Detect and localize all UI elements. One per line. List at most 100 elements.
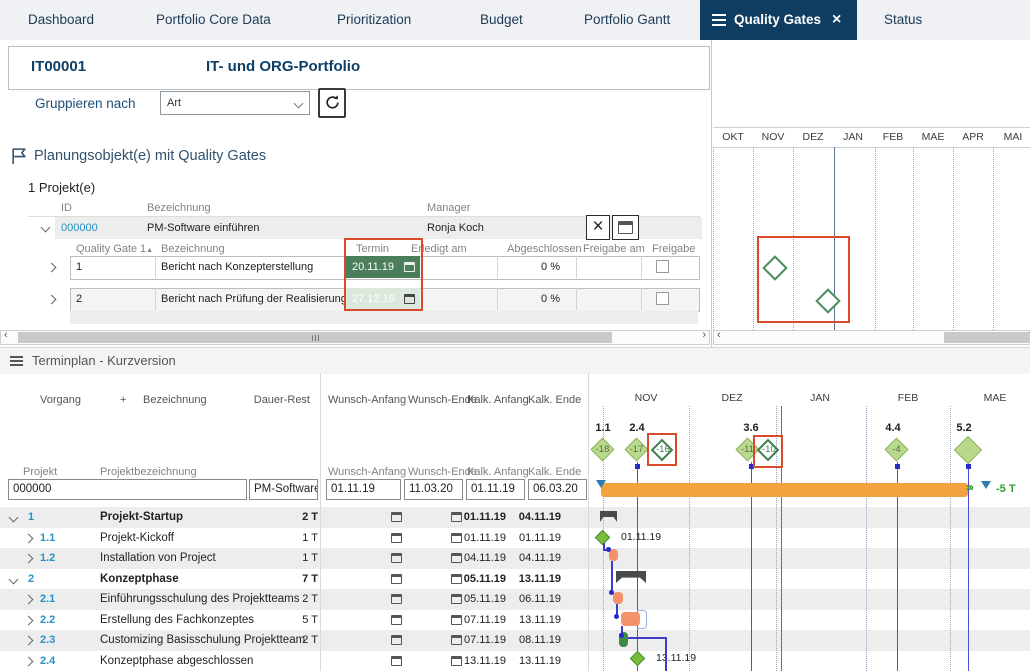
- project-gantt-bar[interactable]: [601, 483, 968, 497]
- wunsch-ende-input[interactable]: 11.03.20: [404, 479, 463, 500]
- task-row-2-2[interactable]: 2.2 Erstellung des Fachkonzeptes 5 T 07.1…: [0, 610, 588, 631]
- collapse-chevron-icon[interactable]: [40, 222, 51, 233]
- h-scrollbar-left-panel[interactable]: ‹ ›: [0, 329, 710, 345]
- freigabe-checkbox[interactable]: [656, 260, 669, 273]
- col-freigabe: Freigabe: [652, 243, 696, 255]
- tab-portfolio-core-data[interactable]: Portfolio Core Data: [156, 0, 271, 40]
- task-bar-2-1[interactable]: [613, 592, 623, 604]
- quality-gates-app: Dashboard Portfolio Core Data Prioritiza…: [0, 0, 1030, 671]
- task-row-2-1[interactable]: 2.1 Einführungsschulung des Projektteams…: [0, 589, 588, 610]
- calendar-icon[interactable]: [391, 553, 402, 563]
- calendar-icon[interactable]: [391, 635, 402, 645]
- milestone-label: 3.6: [743, 422, 759, 434]
- gate-termin-value: 27.12.19: [352, 293, 395, 305]
- month-label: FEB: [897, 392, 919, 404]
- expand-chevron-icon[interactable]: [23, 635, 34, 646]
- month-label: FEB: [882, 131, 904, 143]
- sort-indicator[interactable]: 1▲: [140, 243, 153, 255]
- expand-chevron-icon[interactable]: [23, 656, 34, 666]
- tab-quality-gates[interactable]: Quality Gates ×: [700, 0, 857, 40]
- collapse-chevron-icon[interactable]: [8, 574, 19, 584]
- calendar-button[interactable]: [612, 215, 639, 240]
- tab-budget[interactable]: Budget: [480, 0, 523, 40]
- milestone-date-label: 01.11.19: [621, 531, 662, 543]
- table-gantt-splitter[interactable]: [588, 373, 589, 671]
- gate-termin-cell[interactable]: 27.12.19: [346, 288, 420, 310]
- quality-gate-milestone[interactable]: [762, 255, 788, 281]
- task-row-2[interactable]: 2 Konzeptphase 7 T 05.11.19 13.11.19: [0, 569, 588, 590]
- milestone-2-4[interactable]: [629, 650, 646, 667]
- col-wunsch-anfang[interactable]: Wunsch-Anfang: [328, 394, 406, 406]
- tab-dashboard[interactable]: Dashboard: [28, 0, 94, 40]
- gate-num: 2: [76, 293, 83, 305]
- expand-chevron-icon[interactable]: [46, 262, 57, 273]
- menu-icon[interactable]: [712, 14, 726, 16]
- milestone-diamond[interactable]: -17: [624, 437, 649, 462]
- task-row-2-4[interactable]: 2.4 Konzeptphase abgeschlossen 13.11.19 1…: [0, 651, 588, 671]
- task-row-1-1[interactable]: 1.1 Projekt-Kickoff 1 T 01.11.19 01.11.19: [0, 528, 588, 549]
- project-name-input[interactable]: PM-Software einführen: [249, 479, 318, 500]
- expand-chevron-icon[interactable]: [23, 553, 34, 564]
- bar-delta-label: -5 T: [996, 483, 1016, 495]
- summary-bar-2[interactable]: [616, 571, 646, 583]
- wunsch-anfang-input[interactable]: 01.11.19: [326, 479, 401, 500]
- delete-button[interactable]: ×: [586, 215, 610, 240]
- quality-gate-milestone[interactable]: -16: [650, 438, 674, 462]
- month-label: JAN: [843, 131, 863, 143]
- panel-divider[interactable]: [711, 40, 712, 347]
- close-tab-icon[interactable]: ×: [832, 0, 841, 40]
- menu-icon[interactable]: [10, 356, 23, 358]
- col-bezeichnung[interactable]: Bezeichnung: [143, 394, 207, 406]
- calendar-icon[interactable]: [391, 532, 402, 543]
- milestone-diamond[interactable]: -4: [884, 437, 909, 462]
- kalk-ende-input[interactable]: 06.03.20: [528, 479, 587, 500]
- expand-chevron-icon[interactable]: [23, 594, 34, 605]
- calendar-icon[interactable]: [391, 594, 402, 604]
- add-column-plus[interactable]: +: [120, 394, 126, 406]
- col-termin: Termin: [356, 243, 390, 255]
- month-label: APR: [962, 131, 984, 143]
- freigabe-checkbox[interactable]: [656, 292, 669, 305]
- tab-prioritization[interactable]: Prioritization: [337, 0, 411, 40]
- tab-status[interactable]: Status: [884, 0, 922, 40]
- calendar-icon[interactable]: [404, 294, 415, 304]
- expand-chevron-icon[interactable]: [46, 294, 57, 305]
- milestone-diamond[interactable]: -18: [590, 437, 615, 462]
- gate-name: Bericht nach Prüfung der Realisierung: [161, 293, 347, 305]
- calendar-icon[interactable]: [391, 614, 402, 625]
- calendar-icon[interactable]: [391, 512, 402, 522]
- task-row-2-3[interactable]: 2.3 Customizing Basisschulung Projekttea…: [0, 630, 588, 651]
- column-splitter[interactable]: [320, 373, 321, 671]
- expand-chevron-icon[interactable]: [23, 533, 34, 543]
- group-by-select[interactable]: Art: [160, 91, 310, 115]
- calendar-icon: [618, 221, 633, 234]
- col-kalk-ende[interactable]: Kalk. Ende: [528, 394, 581, 406]
- task-row-1-2[interactable]: 1.2 Installation von Project 1 T 04.11.19…: [0, 548, 588, 569]
- col-kalk-anfang[interactable]: Kalk. Anfang: [467, 394, 529, 406]
- delay-arrows-icon: ›››: [966, 480, 974, 494]
- milestone-diamond[interactable]: [953, 435, 983, 465]
- scroll-thumb[interactable]: [18, 332, 612, 343]
- calendar-icon[interactable]: [391, 573, 402, 584]
- calendar-icon[interactable]: [404, 262, 415, 272]
- project-id-input[interactable]: 000000: [8, 479, 247, 500]
- quality-gate-milestone[interactable]: [815, 288, 841, 314]
- section-title-quality-gates: Planungsobjekt(e) mit Quality Gates: [34, 148, 267, 164]
- calendar-icon[interactable]: [391, 655, 402, 666]
- month-label: MAI: [1003, 131, 1023, 143]
- gate-termin-cell[interactable]: 20.11.19: [346, 256, 420, 278]
- project-id-link[interactable]: 000000: [61, 222, 98, 234]
- month-label: MAE: [983, 392, 1007, 404]
- kalk-anfang-input[interactable]: 01.11.19: [466, 479, 525, 500]
- collapse-chevron-icon[interactable]: [8, 512, 19, 523]
- expand-chevron-icon[interactable]: [23, 615, 34, 625]
- scroll-thumb[interactable]: [944, 332, 1029, 343]
- h-scrollbar-right-panel[interactable]: ‹: [713, 329, 1030, 345]
- tab-portfolio-gantt[interactable]: Portfolio Gantt: [584, 0, 670, 40]
- task-row-1[interactable]: 1 Projekt-Startup 2 T 01.11.19 04.11.19: [0, 507, 588, 528]
- col-dauer-rest[interactable]: Dauer-Rest: [240, 394, 310, 406]
- terminplan-header: Terminplan - Kurzversion: [0, 347, 1030, 374]
- col-vorgang[interactable]: Vorgang: [40, 394, 81, 406]
- refresh-button[interactable]: [318, 88, 346, 118]
- milestone-label: 2.4: [629, 422, 645, 434]
